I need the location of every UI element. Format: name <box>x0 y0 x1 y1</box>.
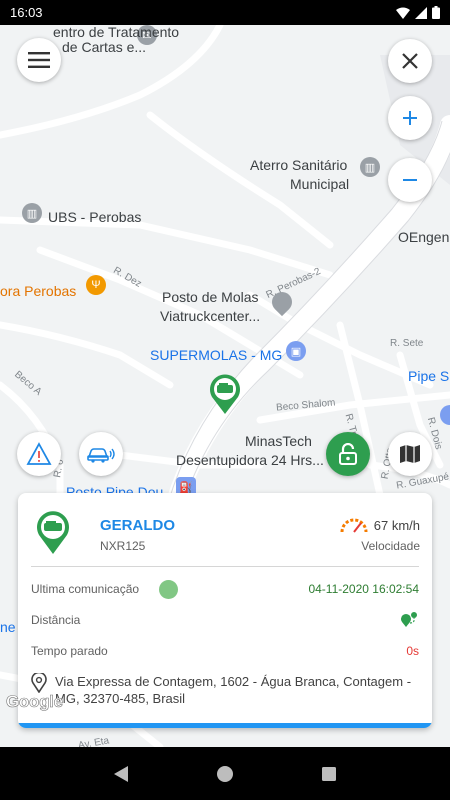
stopped-value: 0s <box>406 644 419 658</box>
map-label: Aterro Sanitário <box>250 157 348 173</box>
zoom-in-button[interactable] <box>388 96 432 140</box>
status-time: 16:03 <box>10 5 43 20</box>
warning-icon <box>26 442 52 465</box>
navigation-bar <box>0 747 450 800</box>
battery-icon <box>432 6 440 19</box>
connection-status-indicator <box>159 580 178 599</box>
unlock-icon <box>339 443 357 465</box>
back-icon[interactable] <box>113 765 129 783</box>
vehicle-signal-button[interactable] <box>79 432 123 476</box>
last-communication-row: Ultima comunicação 04-11-2020 16:02:54 <box>31 579 419 599</box>
health-poi-icon: ▥ <box>22 203 42 223</box>
last-comm-value: 04-11-2020 16:02:54 <box>308 582 419 596</box>
close-icon <box>402 53 418 69</box>
shopping-poi-icon: ▣ <box>286 341 306 361</box>
map-label: MinasTech <box>245 433 312 449</box>
map-label: ora Perobas <box>0 283 77 299</box>
distance-label: Distância <box>31 613 81 627</box>
distance-route-icon <box>401 612 417 627</box>
map-type-button[interactable] <box>388 432 432 476</box>
stopped-label: Tempo parado <box>31 644 108 658</box>
speed-value: 67 km/h <box>373 517 420 533</box>
menu-button[interactable] <box>17 38 61 82</box>
map-label: UBS - Perobas <box>48 209 142 225</box>
map-label: Pipe S <box>408 368 450 384</box>
map-label: Municipal <box>290 176 350 192</box>
street-label: R. Sete <box>390 338 424 349</box>
map-label: de Cartas e... <box>62 39 147 55</box>
card-divider <box>31 566 419 567</box>
map-label: ne <box>0 619 16 635</box>
vehicle-plate: NXR125 <box>100 539 146 553</box>
card-accent-bar <box>18 723 432 728</box>
vehicle-marker[interactable] <box>208 373 242 415</box>
vehicle-pin-icon <box>37 511 69 554</box>
plus-icon <box>403 111 417 125</box>
hamburger-menu-icon <box>28 52 50 68</box>
zoom-out-button[interactable] <box>388 158 432 202</box>
home-icon[interactable] <box>216 765 234 783</box>
wifi-icon <box>396 7 410 19</box>
map-label: OEngen <box>398 229 450 245</box>
signal-icon <box>415 6 427 19</box>
restaurant-poi-icon: Ψ <box>86 275 106 295</box>
google-logo: Google <box>6 692 64 712</box>
minus-icon <box>403 179 417 181</box>
map-label: Desentupidora 24 Hrs... <box>176 452 324 468</box>
landmark-poi-icon: ▥ <box>360 157 380 177</box>
unlock-button[interactable] <box>326 432 370 476</box>
recents-icon[interactable] <box>321 766 337 782</box>
vehicle-name: GERALDO <box>100 517 175 534</box>
last-comm-label: Ultima comunicação <box>31 582 140 596</box>
car-signal-icon <box>87 448 115 463</box>
close-button[interactable] <box>388 39 432 83</box>
map-label: Viatruckcenter... <box>160 308 261 324</box>
map-label: Posto de Molas <box>162 289 259 305</box>
address-row: Via Expressa de Contagem, 1602 - Água Br… <box>31 673 419 707</box>
speed-label: Velocidade <box>361 539 420 553</box>
map-label: SUPERMOLAS - MG <box>150 347 283 363</box>
speedometer-icon <box>340 518 368 533</box>
location-pin-icon <box>31 673 47 693</box>
map-icon <box>400 445 420 463</box>
stopped-time-row: Tempo parado 0s <box>31 641 419 661</box>
distance-row: Distância <box>31 610 419 630</box>
vehicle-info-card[interactable]: GERALDO NXR125 67 km/h Velocidade Ultima… <box>18 493 432 728</box>
alerts-button[interactable] <box>17 432 61 476</box>
speed-display: 67 km/h <box>340 517 420 533</box>
status-bar: 16:03 <box>0 0 450 25</box>
address-text: Via Expressa de Contagem, 1602 - Água Br… <box>55 674 412 706</box>
